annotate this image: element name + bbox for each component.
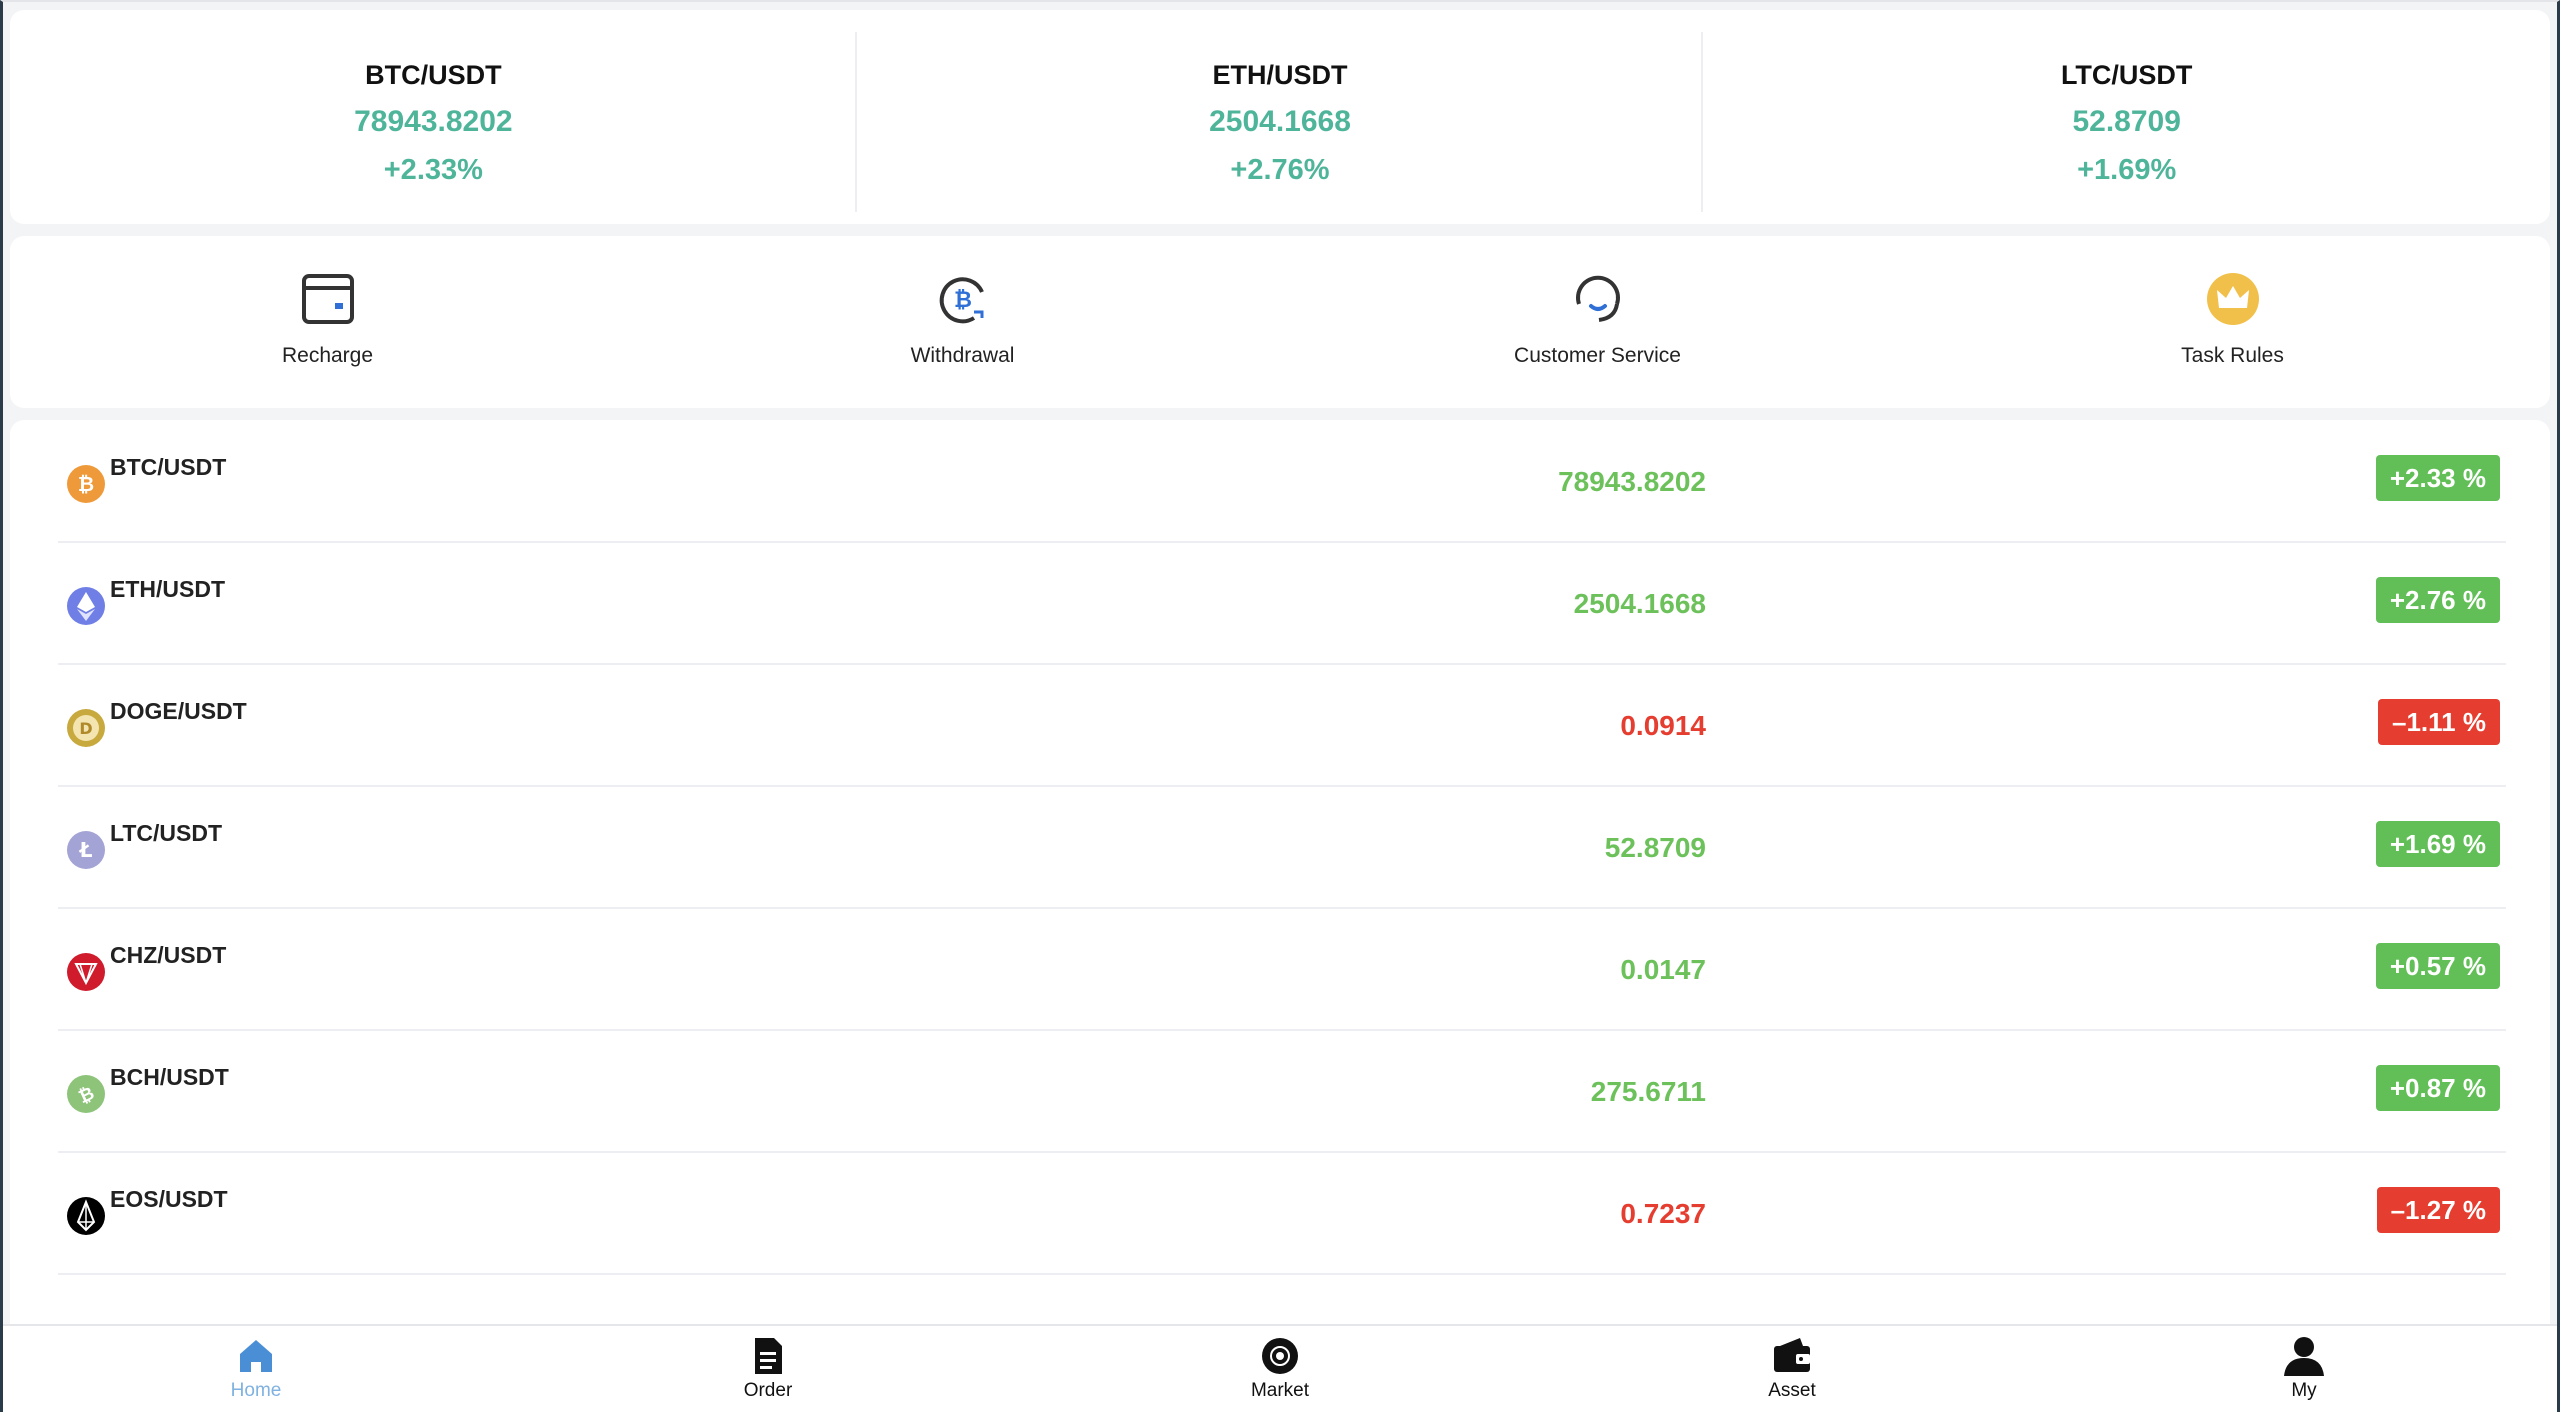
nav-label: My <box>2291 1380 2317 1401</box>
change-badge: –1.11 % <box>2378 699 2500 745</box>
task-rules-label: Task Rules <box>2181 344 2284 367</box>
ticker-change: +2.33% <box>383 154 483 186</box>
dogecoin-icon: D <box>66 708 106 748</box>
price-value: 0.0914 <box>1620 710 1706 741</box>
recharge-button[interactable]: Recharge <box>10 236 645 408</box>
ethereum-icon <box>66 586 106 626</box>
nav-label: Order <box>743 1380 793 1401</box>
bitcoin-refresh-icon: ₿ <box>939 277 984 324</box>
nav-label: Asset <box>1768 1380 1816 1401</box>
price-value: 52.8709 <box>1604 832 1706 863</box>
customer-service-label: Customer Service <box>1514 344 1681 367</box>
ticker-eth[interactable]: ETH/USDT 2504.1668 +2.76% <box>857 10 1704 224</box>
ticker-symbol: BTC/USDT <box>365 60 502 90</box>
nav-market[interactable]: Market <box>1024 1326 1536 1412</box>
svg-text:Ł: Ł <box>79 838 93 862</box>
home-icon <box>240 1340 272 1372</box>
change-badge: +2.76 % <box>2375 577 2500 623</box>
market-row-chz[interactable]: CHZ/USDT 0.0147 +0.57 % <box>58 910 2506 1031</box>
eos-icon <box>66 1196 106 1236</box>
price-value: 78943.8202 <box>1558 466 1706 497</box>
market-list: ₿ BTC/USDT 78943.8202 +2.33 % ETH/USDT 2504.1… <box>10 420 2550 1330</box>
nav-my[interactable]: My <box>2048 1326 2560 1412</box>
nav-order[interactable]: Order <box>512 1326 1024 1412</box>
chiliz-icon <box>66 952 106 992</box>
recharge-label: Recharge <box>281 344 374 367</box>
ticker-change: +1.69% <box>2077 154 2177 186</box>
pair-label: EOS/USDT <box>110 1186 228 1212</box>
document-icon <box>755 1338 782 1374</box>
ticker-btc[interactable]: BTC/USDT 78943.8202 +2.33% <box>10 10 857 224</box>
withdrawal-label: Withdrawal <box>910 344 1015 367</box>
svg-text:₿: ₿ <box>954 288 972 313</box>
nav-label: Home <box>230 1380 282 1401</box>
market-row-eth[interactable]: ETH/USDT 2504.1668 +2.76 % <box>58 544 2506 665</box>
crown-icon <box>2206 273 2259 325</box>
price-value: 0.7237 <box>1620 1198 1706 1229</box>
ticker-price: 52.8709 <box>2072 105 2181 138</box>
bottom-nav: Home Order Market Asset My <box>0 1324 2560 1412</box>
wallet-icon <box>1774 1338 1810 1372</box>
market-icon <box>1262 1338 1298 1374</box>
market-row-btc[interactable]: ₿ BTC/USDT 78943.8202 +2.33 % <box>58 422 2506 543</box>
pair-label: CHZ/USDT <box>110 942 227 968</box>
change-badge: +0.87 % <box>2375 1065 2500 1111</box>
pair-label: BCH/USDT <box>110 1064 229 1090</box>
bitcoin-icon: ₿ <box>66 464 106 504</box>
task-rules-button[interactable]: Task Rules <box>1915 236 2550 408</box>
market-row-eos[interactable]: EOS/USDT 0.7237 –1.27 % <box>58 1154 2506 1275</box>
ticker-symbol: LTC/USDT <box>2060 60 2193 90</box>
svg-text:₿: ₿ <box>78 472 94 496</box>
customer-service-button[interactable]: Customer Service <box>1280 236 1915 408</box>
ticker-symbol: ETH/USDT <box>1212 60 1348 90</box>
price-value: 275.6711 <box>1590 1076 1706 1107</box>
change-badge: +2.33 % <box>2375 455 2500 501</box>
price-value: 2504.1668 <box>1573 588 1706 619</box>
pair-label: LTC/USDT <box>110 820 223 846</box>
nav-home[interactable]: Home <box>0 1326 512 1412</box>
nav-asset[interactable]: Asset <box>1536 1326 2048 1412</box>
wallet-card-icon <box>301 274 354 324</box>
pair-label: DOGE/USDT <box>110 698 247 724</box>
nav-label: Market <box>1250 1380 1310 1401</box>
market-row-ltc[interactable]: Ł LTC/USDT 52.8709 +1.69 % <box>58 788 2506 909</box>
svg-text:D: D <box>79 719 92 738</box>
ticker-change: +2.76% <box>1230 154 1330 186</box>
litecoin-icon: Ł <box>66 830 106 870</box>
user-icon <box>2284 1337 2324 1376</box>
change-badge: –1.27 % <box>2376 1187 2500 1233</box>
change-badge: +0.57 % <box>2375 943 2500 989</box>
pair-label: ETH/USDT <box>110 576 225 602</box>
ticker-ltc[interactable]: LTC/USDT 52.8709 +1.69% <box>1703 10 2550 224</box>
ticker-price: 78943.8202 <box>354 105 513 138</box>
price-value: 0.0147 <box>1620 954 1706 985</box>
ticker-bar: BTC/USDT 78943.8202 +2.33% ETH/USDT 2504… <box>10 10 2550 224</box>
withdrawal-button[interactable]: ₿ Withdrawal <box>645 236 1280 408</box>
market-row-bch[interactable]: ₿ BCH/USDT 275.6711 +0.87 % <box>58 1032 2506 1153</box>
ticker-price: 2504.1668 <box>1209 105 1351 138</box>
bitcoin-cash-icon: ₿ <box>66 1074 106 1114</box>
quick-actions: Recharge ₿ Withdrawal Customer Service T… <box>10 236 2550 408</box>
change-badge: +1.69 % <box>2375 821 2500 867</box>
market-row-doge[interactable]: D DOGE/USDT 0.0914 –1.11 % <box>58 666 2506 787</box>
pair-label: BTC/USDT <box>110 454 227 480</box>
headset-icon <box>1575 275 1620 322</box>
